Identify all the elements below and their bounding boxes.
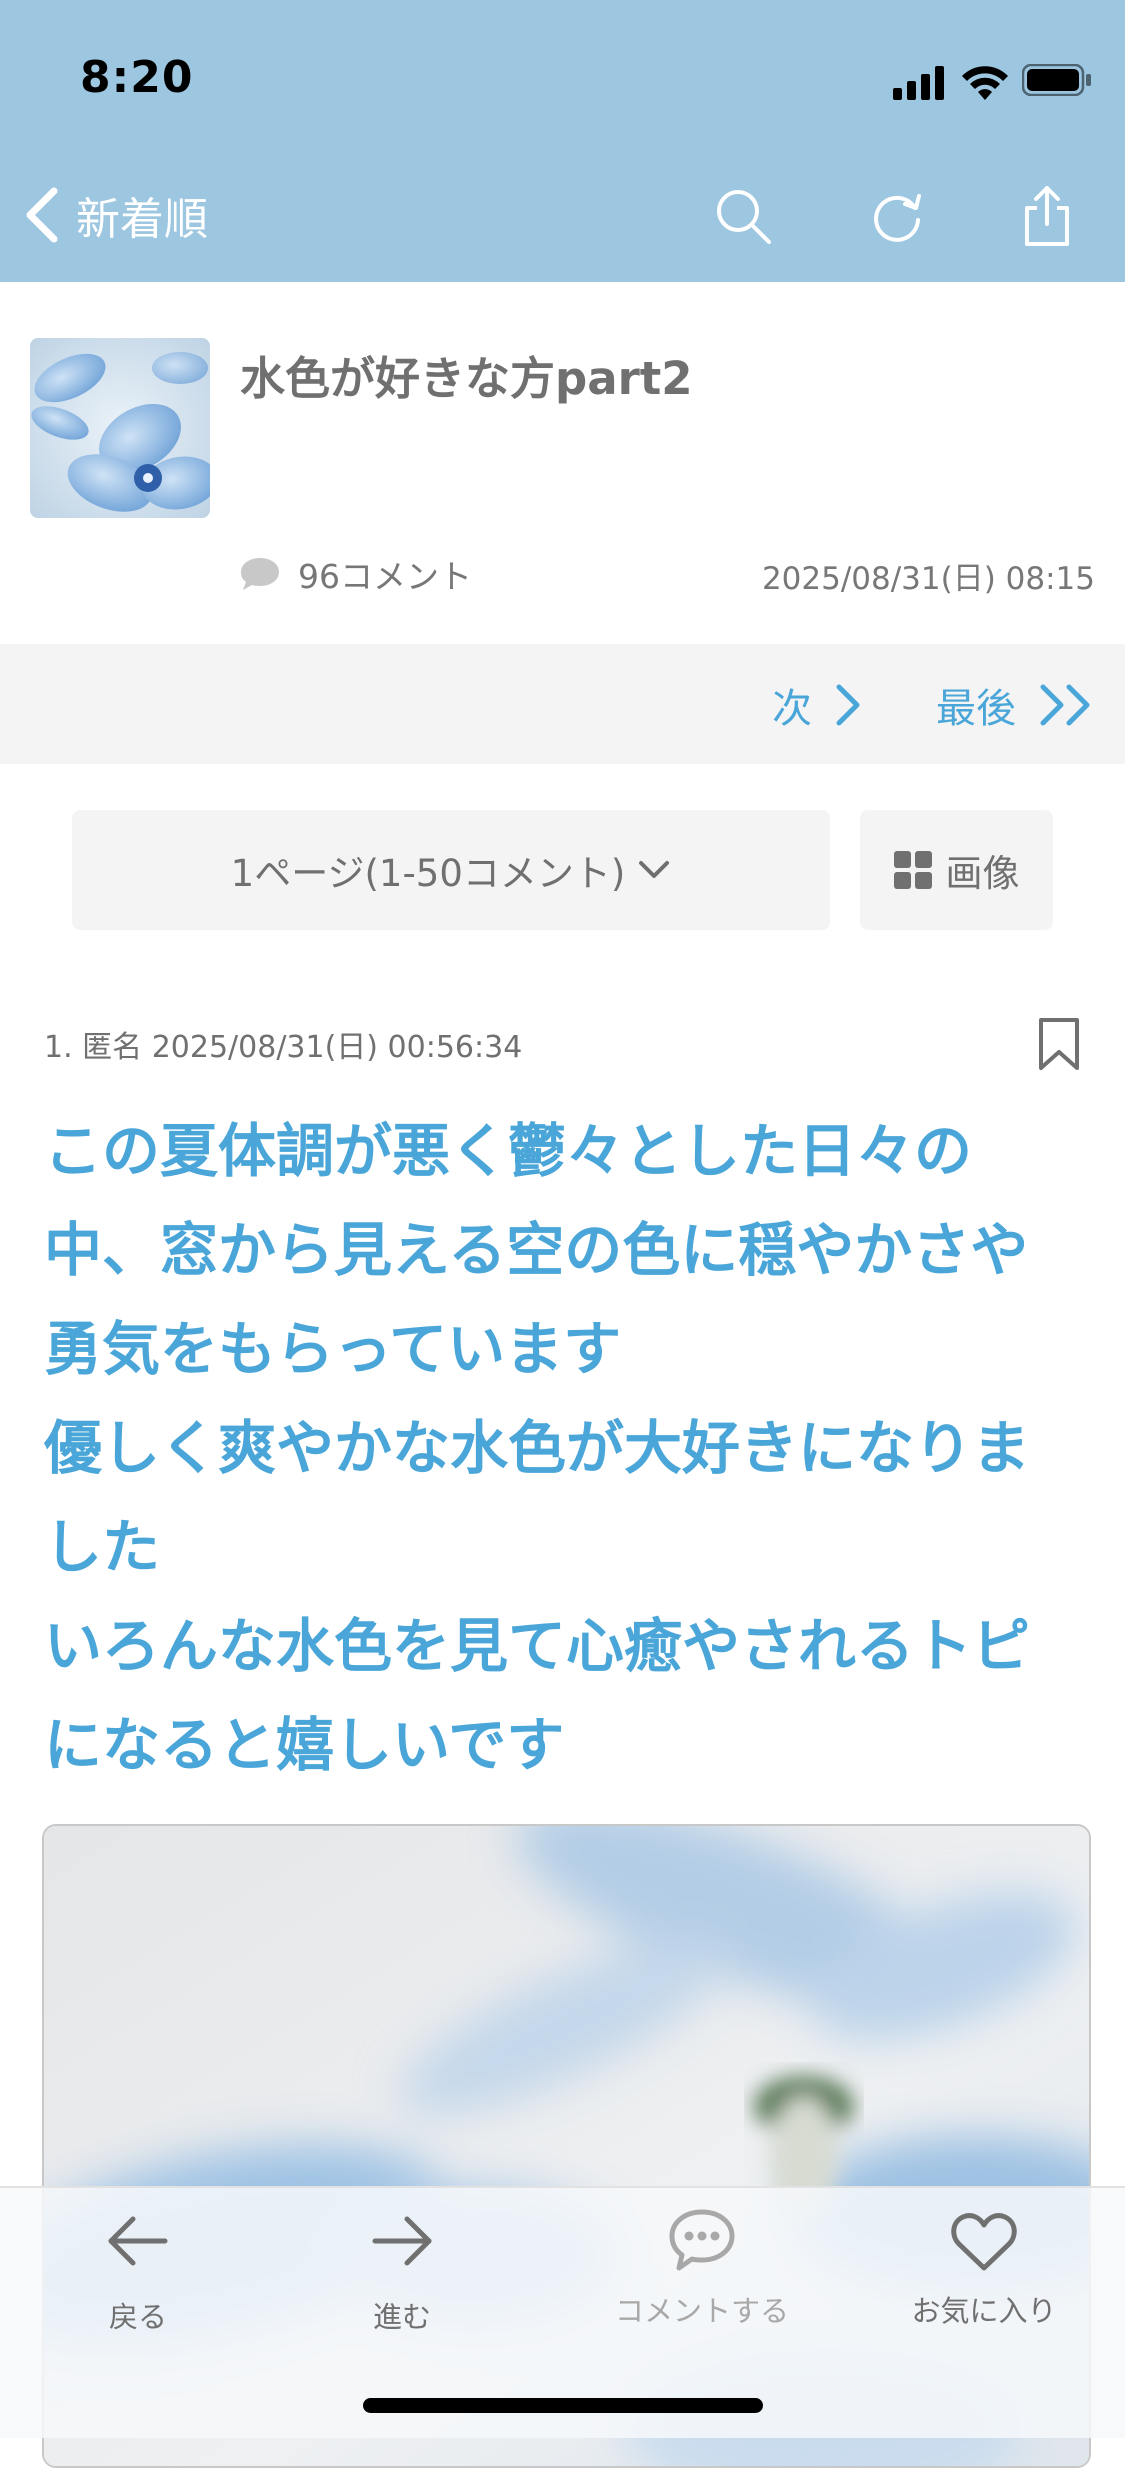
- thread-title: 水色が好きな方part2: [240, 352, 693, 405]
- toolbar-comment-button[interactable]: コメントする: [572, 2206, 832, 2330]
- arrow-right-icon: [372, 2216, 432, 2266]
- image-button-label: 画像: [945, 852, 1020, 895]
- battery-icon: [1022, 64, 1091, 96]
- comment-bubble-icon: [669, 2209, 735, 2271]
- last-label: 最後: [936, 686, 1016, 732]
- comment-count[interactable]: 96コメント: [240, 550, 472, 598]
- chevron-left-icon: [26, 187, 58, 243]
- search-icon: [717, 190, 771, 244]
- toolbar-forward-button[interactable]: 進む: [272, 2206, 532, 2336]
- image-view-button[interactable]: 画像: [860, 810, 1053, 930]
- post-line: 優しく爽やかな水色が大好きになりま: [44, 1414, 1031, 1482]
- post-line: いろんな水色を見て心癒やされるトピ: [44, 1612, 1031, 1680]
- top-bar: 8:20 新着順: [0, 0, 1125, 282]
- home-indicator: [363, 2398, 763, 2413]
- post-line: 中、窓から見える空の色に穏やかさや: [44, 1216, 1029, 1284]
- heart-icon: [951, 2213, 1017, 2271]
- thread-thumbnail[interactable]: [30, 338, 210, 518]
- chevron-down-icon: [639, 861, 670, 878]
- toolbar-comment-label: コメントする: [614, 2294, 789, 2328]
- post-line: になると嬉しいです: [44, 1711, 565, 1779]
- grid-icon: [893, 851, 932, 889]
- speech-bubble-icon: [241, 558, 279, 590]
- blue-flower-thumbnail-image: [30, 338, 210, 518]
- toolbar-back-button[interactable]: 戻る: [8, 2206, 268, 2336]
- last-page-button[interactable]: 最後: [936, 676, 1094, 734]
- next-label: 次: [772, 686, 812, 732]
- double-chevron-right-icon: [1040, 684, 1090, 726]
- refresh-button[interactable]: [862, 176, 932, 256]
- post-line: した: [44, 1513, 161, 1581]
- arrow-left-icon: [108, 2216, 168, 2266]
- cellular-signal-icon: [893, 66, 944, 100]
- chevron-right-icon: [836, 684, 860, 726]
- toolbar-back-label: 戻る: [108, 2300, 167, 2334]
- comment-count-label: 96コメント: [298, 557, 472, 596]
- pager-bar: 次 最後: [0, 644, 1125, 764]
- search-button[interactable]: [708, 176, 778, 256]
- toolbar-forward-label: 進む: [372, 2300, 431, 2334]
- toolbar-favorite-label: お気に入り: [911, 2294, 1057, 2328]
- page-select-dropdown[interactable]: 1ページ(1-50コメント): [72, 810, 830, 930]
- next-page-button[interactable]: 次: [772, 676, 862, 734]
- thread-posted-date: 2025/08/31(日) 08:15: [761, 561, 1095, 597]
- status-time: 8:20: [80, 52, 194, 103]
- post-line: 勇気をもらっています: [44, 1315, 622, 1383]
- share-icon: [1025, 186, 1069, 246]
- bookmark-icon[interactable]: [1036, 1016, 1082, 1072]
- post-body: この夏体調が悪く鬱々とした日々の 中、窓から見える空の色に穏やかさや 勇気をもら…: [44, 1102, 1094, 1795]
- refresh-icon: [874, 194, 921, 242]
- back-to-list-button[interactable]: 新着順: [22, 180, 208, 250]
- wifi-icon: [962, 66, 1008, 100]
- back-label: 新着順: [76, 194, 208, 245]
- toolbar-favorite-button[interactable]: お気に入り: [854, 2206, 1114, 2330]
- post-meta: 1. 匿名 2025/08/31(日) 00:56:34: [44, 1030, 523, 1065]
- page-select-value: 1ページ(1-50コメント): [230, 852, 626, 895]
- post-line: この夏体調が悪く鬱々とした日々の: [44, 1117, 973, 1185]
- share-button[interactable]: [1012, 176, 1082, 256]
